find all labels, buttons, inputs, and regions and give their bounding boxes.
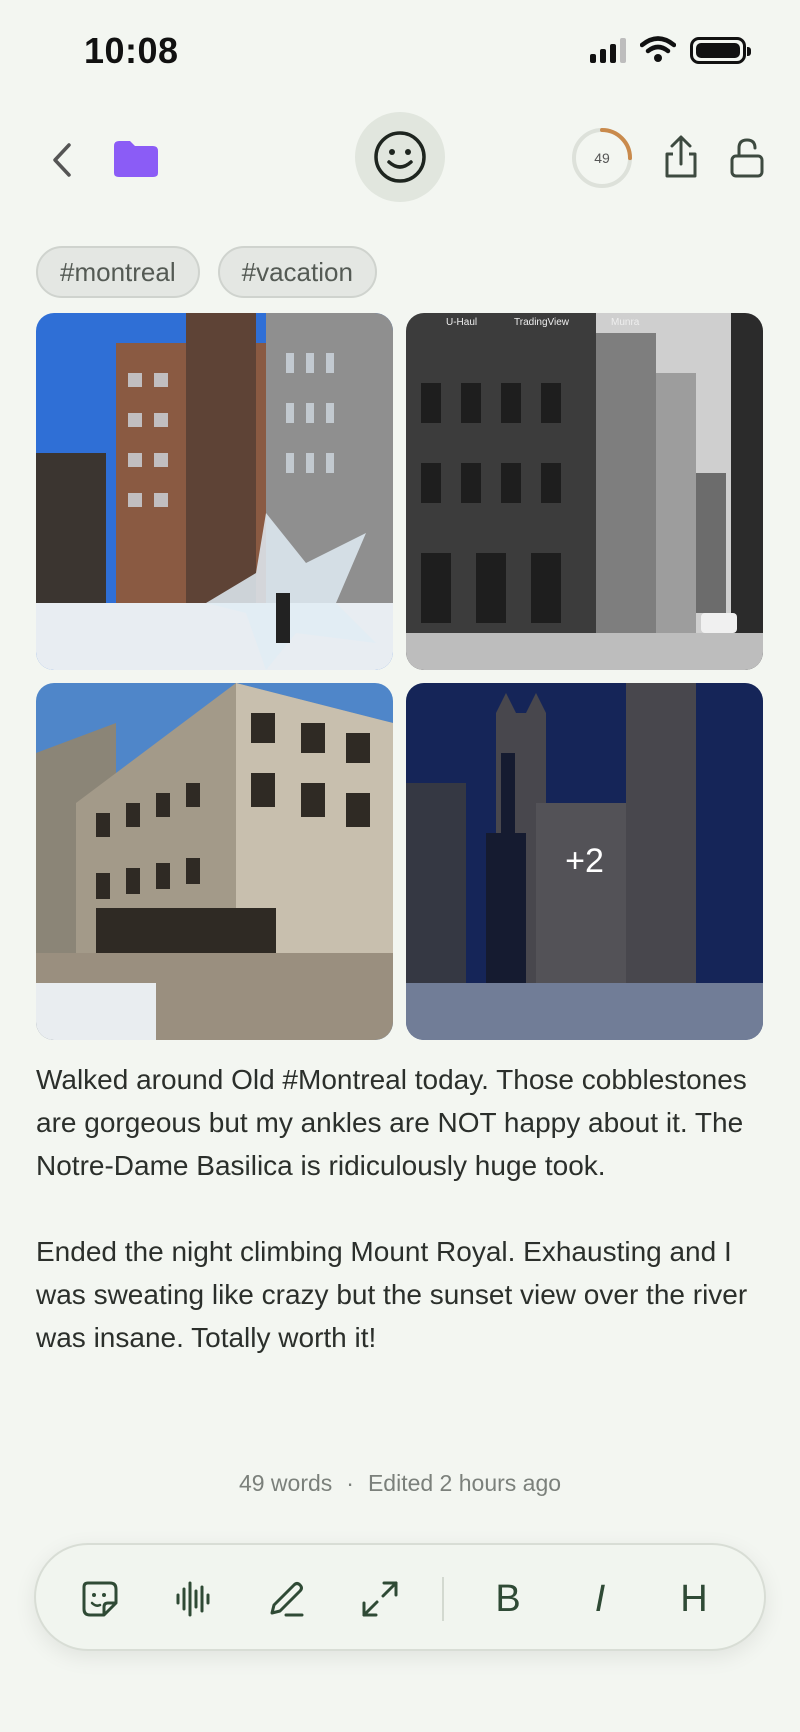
- italic-label: I: [594, 1577, 606, 1620]
- battery-icon: [690, 36, 751, 64]
- edited-time: Edited 2 hours ago: [367, 1470, 562, 1496]
- voice-button[interactable]: [166, 1571, 222, 1627]
- tag-chip[interactable]: #montreal: [36, 246, 200, 298]
- more-photos-overlay[interactable]: +2: [406, 683, 763, 1040]
- tag-chip[interactable]: #vacation: [217, 246, 377, 298]
- progress-value: 49: [594, 150, 610, 166]
- photo-grid: U-Haul TradingView Munra +2: [36, 313, 763, 1040]
- expand-icon: [362, 1581, 398, 1617]
- status-time: 10:08: [84, 30, 179, 71]
- status-icons: [590, 36, 751, 64]
- italic-button[interactable]: I: [572, 1571, 628, 1627]
- photo-thumbnail[interactable]: [36, 313, 393, 670]
- note-meta: 49 words · Edited 2 hours ago: [0, 1470, 800, 1497]
- wifi-icon: [640, 36, 676, 62]
- heading-button[interactable]: H: [666, 1571, 722, 1627]
- heading-label: H: [680, 1577, 708, 1620]
- photo-caption: U-Haul: [446, 317, 477, 328]
- photo-old-montreal-buildings: [36, 313, 393, 670]
- photo-caption: TradingView: [514, 317, 570, 328]
- pencil-icon: [270, 1582, 304, 1617]
- toolbar-divider: [442, 1577, 444, 1621]
- sticker-icon: [82, 1581, 118, 1617]
- photo-thumbnail[interactable]: +2: [406, 683, 763, 1040]
- photo-corner-stone-building: [36, 683, 393, 1040]
- audio-wave-icon: [176, 1581, 210, 1617]
- expand-button[interactable]: [352, 1571, 408, 1627]
- note-paragraph: Walked around Old #Montreal today. Those…: [36, 1064, 747, 1181]
- cellular-signal-icon: [590, 37, 626, 63]
- smiley-icon: [374, 131, 426, 183]
- tag-list: #montreal #vacation: [36, 246, 377, 298]
- folder-button[interactable]: [112, 138, 160, 180]
- word-goal-progress[interactable]: 49: [570, 126, 634, 190]
- share-button[interactable]: [660, 132, 702, 184]
- unlock-icon: [730, 138, 764, 178]
- sticker-button[interactable]: [72, 1571, 128, 1627]
- photo-thumbnail[interactable]: U-Haul TradingView Munra: [406, 313, 763, 670]
- status-bar: 10:08: [0, 0, 800, 100]
- top-toolbar: 49: [0, 110, 800, 210]
- word-count: 49 words: [238, 1470, 333, 1496]
- more-photos-count: +2: [565, 842, 604, 880]
- bold-label: B: [495, 1577, 521, 1620]
- editor-toolbar: B I H: [34, 1543, 766, 1651]
- photo-caption: Munra: [611, 317, 640, 328]
- chevron-left-icon: [53, 143, 71, 177]
- mood-button[interactable]: [355, 112, 445, 202]
- share-icon: [665, 135, 697, 178]
- note-paragraph: Ended the night climbing Mount Royal. Ex…: [36, 1236, 748, 1353]
- draw-button[interactable]: [258, 1571, 314, 1627]
- meta-separator: ·: [346, 1470, 354, 1496]
- photo-black-and-white-street: U-Haul TradingView Munra: [406, 313, 763, 670]
- back-button[interactable]: [42, 136, 82, 184]
- lock-button[interactable]: [726, 132, 768, 184]
- folder-icon: [114, 141, 158, 177]
- bold-button[interactable]: B: [480, 1571, 536, 1627]
- photo-thumbnail[interactable]: [36, 683, 393, 1040]
- note-body[interactable]: Walked around Old #Montreal today. Those…: [36, 1058, 764, 1359]
